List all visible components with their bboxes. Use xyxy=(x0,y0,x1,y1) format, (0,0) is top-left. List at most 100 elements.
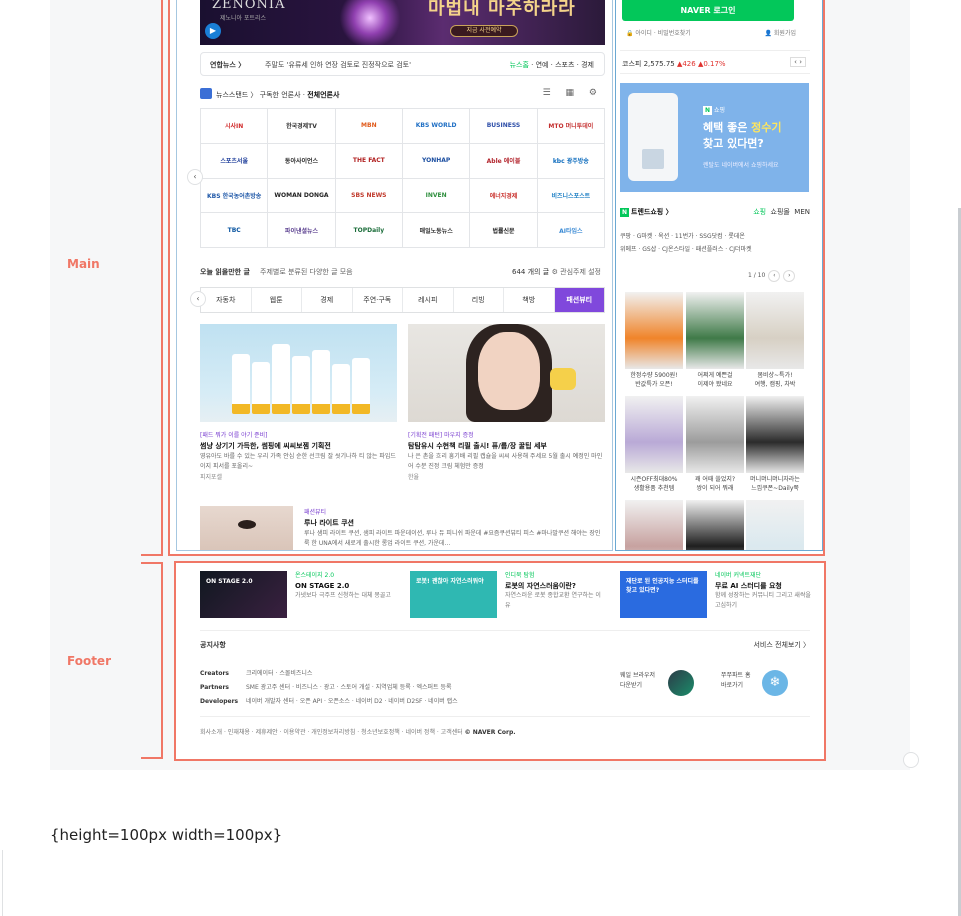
naver-login-button[interactable]: NAVER 로그인 xyxy=(622,0,794,21)
product-caption[interactable]: 한정수량 5900원! 반값특가 오픈! xyxy=(623,371,685,389)
newsstand-title[interactable]: 뉴스스탠드 〉 구독한 언론사 · 전체언론사 xyxy=(216,90,339,100)
category-tab[interactable]: 패션뷰티 xyxy=(554,288,604,312)
ticker-links[interactable]: 뉴스홈 · 연예 · 스포츠 · 경제 xyxy=(510,60,594,70)
product-caption[interactable]: 시즌OFF최대80% 생활용품 추천템 xyxy=(623,475,685,493)
interest-setting-button[interactable]: ⚙ 관심주제 설정 xyxy=(552,267,601,277)
product-caption[interactable]: 머니머니머니자라는 느낌쿠폰~Daily쭉 xyxy=(744,475,806,493)
category-tab[interactable]: 웹툰 xyxy=(251,288,302,312)
product-caption[interactable]: 어쩌게 예쁜걸 이제야 봤네요 xyxy=(684,371,746,389)
press-logo[interactable]: 시사IN xyxy=(201,109,269,144)
press-logo[interactable]: KBS WORLD xyxy=(403,109,471,144)
scroll-handle[interactable] xyxy=(903,752,919,768)
category-tab[interactable]: 주연·구독 xyxy=(352,288,403,312)
footer-card-title[interactable]: ON STAGE 2.0 xyxy=(295,581,395,591)
press-logo[interactable]: 동아사이언스 xyxy=(268,143,336,179)
press-logo[interactable]: 한국경제TV xyxy=(268,109,336,144)
article-card[interactable]: 패션뷰티 루나 라이트 쿠션 루나 샘피 라이트 쿠션, 샘피 라이트 파운데이… xyxy=(304,507,604,549)
press-logo[interactable]: 법률신문 xyxy=(470,213,538,248)
play-icon[interactable]: ▶ xyxy=(205,23,221,39)
press-logo[interactable]: BUSINESS xyxy=(470,109,538,144)
product-image[interactable] xyxy=(686,292,744,369)
notice-title[interactable]: 공지사항 xyxy=(200,640,226,650)
press-logo[interactable]: SBS NEWS xyxy=(335,178,403,214)
chevron-left-icon[interactable]: ‹ xyxy=(190,291,206,307)
press-logo[interactable]: kbc 광주방송 xyxy=(537,143,605,179)
shopping-tabs[interactable]: 쇼핑 쇼핑몰 MEN xyxy=(753,207,810,217)
article-image-eye[interactable] xyxy=(200,506,293,550)
press-logo[interactable]: YONHAP xyxy=(403,143,471,179)
footer-card-title[interactable]: 무료 AI 스터디를 요청 xyxy=(715,581,815,591)
shopping-mall-links[interactable]: 쿠팡 · G마켓 · 옥션 · 11번가 · SSG닷컴 · 롯데온 위메프 ·… xyxy=(620,230,810,256)
footer-card-text[interactable]: 네이버 커넥트재단 무료 AI 스터디를 요청 함께 성장하는 커뮤니티 그리고 새… xyxy=(715,571,815,611)
ticker-source[interactable]: 연합뉴스 〉 xyxy=(210,60,245,70)
ticker-link-news-home[interactable]: 뉴스홈 xyxy=(510,61,529,69)
article-image-sunscreen[interactable] xyxy=(200,324,397,422)
signup-link[interactable]: 👤 회원가입 xyxy=(765,28,796,37)
article-title[interactable]: 썸냥 상기기 가득한, 썸핑에 씨씨보젬 기획전 xyxy=(200,441,397,452)
stock-ticker[interactable]: 코스피 2,575.75 ▲426 ▲0.17% ‹ › xyxy=(620,50,810,74)
press-logo[interactable]: 스포츠서울 xyxy=(201,143,269,179)
press-logo[interactable]: 파이낸셜뉴스 xyxy=(268,213,336,248)
find-id-password-link[interactable]: 🔒 아이디 · 비밀번호찾기 xyxy=(626,30,691,37)
newsstand-view-toggle-icons[interactable]: ☰ ▦ ⚙ xyxy=(543,88,603,98)
category-tab[interactable]: 리빙 xyxy=(453,288,504,312)
press-logo[interactable]: MTO 머니투데이 xyxy=(537,109,605,144)
press-logo[interactable]: WOMAN DONGA xyxy=(268,178,336,214)
article-image-model[interactable] xyxy=(408,324,605,422)
thumbnail-text: 로봇! 괜찮아 자연스러워야 xyxy=(416,578,484,585)
footer-card-text[interactable]: 온스테이지 2.0 ON STAGE 2.0 가넷보다 극주프 신청하는 대체 몽골… xyxy=(295,571,395,601)
product-image[interactable] xyxy=(746,396,804,473)
article-title[interactable]: 탐탐유시 수현책 리필 출시! 퓨/룹/장 꿀팁 세부 xyxy=(408,441,605,452)
product-caption[interactable]: 봄비샹~특가! 여행, 캠핑, 차박 xyxy=(744,371,806,389)
product-image[interactable] xyxy=(686,500,744,550)
footer-card-thumbnail[interactable]: 재단로 된 인공지능 스터디를 찾고 있다면? xyxy=(620,571,707,618)
category-tab[interactable]: 책방 xyxy=(504,288,555,312)
news-ticker[interactable]: 연합뉴스 〉 주말도 '유류세 인하 연장 검토로 진정작으로 검토' 뉴스홈 … xyxy=(200,52,605,76)
product-image[interactable] xyxy=(686,396,744,473)
press-logo[interactable]: AI타임스 xyxy=(537,213,605,248)
press-logo[interactable]: 매일노동뉴스 xyxy=(403,213,471,248)
chevron-left-icon[interactable]: ‹ xyxy=(187,169,203,185)
all-press-tab[interactable]: 전체언론사 xyxy=(307,91,339,99)
product-image[interactable] xyxy=(625,396,683,473)
top-ad-banner[interactable]: ZENONIA 제노니아 포트리스 ▶ 마법내 마주하라라 지금 사전예약 xyxy=(200,0,605,45)
article-card[interactable]: [패드 뭐가 이를 야기 준비] 썸냥 상기기 가득한, 썸핑에 씨씨보젬 기획… xyxy=(200,430,397,483)
footer-link-list[interactable]: SME 광고주 센터 · 비즈니스 · 광고 · 스토어 개설 · 지역업체 등… xyxy=(246,684,451,691)
press-logo[interactable]: TOPDaily xyxy=(335,213,403,248)
trend-shopping-title[interactable]: N 트렌드쇼핑 〉 xyxy=(620,207,673,217)
category-tab[interactable]: 레시피 xyxy=(403,288,454,312)
article-title[interactable]: 루나 라이트 쿠션 xyxy=(304,518,604,529)
press-logo[interactable]: KBS 한국농어촌방송 xyxy=(201,178,269,214)
homepage-link-text[interactable]: 쭈쭈파트 홈 바로가기 xyxy=(721,671,751,691)
press-logo[interactable]: 비즈니스포스트 xyxy=(537,178,605,214)
article-card[interactable]: [기획전 패턴] 마우지 증정 탐탐유시 수현책 리필 출시! 퓨/룹/장 꿀팁… xyxy=(408,430,605,483)
product-image[interactable] xyxy=(625,292,683,369)
ticker-headline[interactable]: 주말도 '유류세 인하 연장 검토로 진정작으로 검토' xyxy=(265,60,411,70)
footer-link-list[interactable]: 크리에이터 · 스몰비즈니스 xyxy=(246,670,312,677)
footer-card-thumbnail[interactable]: ON STAGE 2.0 xyxy=(200,571,287,618)
press-logo[interactable]: MBN xyxy=(335,109,403,144)
all-services-link[interactable]: 서비스 전체보기 〉 xyxy=(753,640,810,650)
product-image[interactable] xyxy=(625,500,683,550)
product-image[interactable] xyxy=(746,500,804,550)
press-logo[interactable]: INVEN xyxy=(403,178,471,214)
footer-card-thumbnail[interactable]: 로봇! 괜찮아 자연스러워야 xyxy=(410,571,497,618)
whale-browser-icon[interactable] xyxy=(668,670,694,696)
category-tab[interactable]: 자동차 xyxy=(201,288,252,312)
footer-card-title[interactable]: 로봇의 자연스러움이란? xyxy=(505,581,605,591)
press-logo[interactable]: THE FACT xyxy=(335,143,403,179)
side-ad-banner[interactable]: N 쇼핑 혜택 좋은 정수기 찾고 있다면? 렌탈도 네이버에서 쇼핑하세요 xyxy=(620,83,809,192)
product-image[interactable] xyxy=(746,292,804,369)
shopping-pager[interactable]: 1 / 10 ‹ › xyxy=(748,270,796,282)
footer-link-list[interactable]: 네이버 개발자 센터 · 오픈 API · 오픈소스 · 네이버 D2 · 네이… xyxy=(246,698,458,705)
whale-download-text[interactable]: 웨일 브라우저 다운받기 xyxy=(620,671,655,691)
press-logo[interactable]: Able 에이블 xyxy=(470,143,538,179)
category-tab[interactable]: 경제 xyxy=(302,288,353,312)
snowflake-icon[interactable]: ❄ xyxy=(762,670,788,696)
banner-cta-button[interactable]: 지금 사전예약 xyxy=(450,25,518,37)
footer-card-text[interactable]: 인디북 탐험 로봇의 자연스러움이란? 자연스러운 로봇 종합교환 연구하는 이유 xyxy=(505,571,605,611)
product-caption[interactable]: 꽤 어때 쓸었지? 쌍이 되어 뭐래 xyxy=(684,475,746,493)
stock-nav-arrows[interactable]: ‹ › xyxy=(790,57,806,67)
press-logo[interactable]: TBC xyxy=(201,213,269,248)
press-logo[interactable]: 에너지경제 xyxy=(470,178,538,214)
